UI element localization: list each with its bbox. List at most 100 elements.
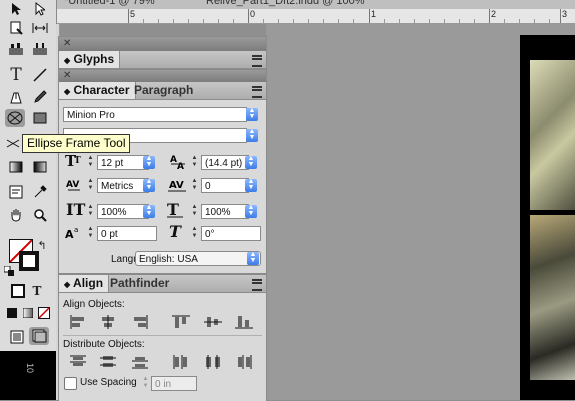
gradient-swatch-icon[interactable] (6, 158, 26, 176)
tracking-icon: AV (167, 177, 187, 193)
vertical-ruler-number: 10 (25, 363, 35, 374)
zoom-icon[interactable] (30, 206, 50, 224)
collapse-arrows-icon: ◆ (64, 87, 71, 96)
ellipse-frame-icon[interactable] (5, 109, 25, 127)
panel-title-bar[interactable]: ✕ (59, 37, 266, 51)
language-dropdown-icon[interactable]: ▲ ▼ (247, 251, 259, 265)
distribute-horizontal-centers-icon[interactable] (204, 355, 222, 369)
normal-view-icon[interactable] (7, 328, 27, 346)
skew-field[interactable]: 0° (201, 226, 261, 241)
vertical-scale-icon: IT (66, 200, 86, 219)
leading-field[interactable]: (14.4 pt) (201, 155, 249, 170)
baseline-shift-field[interactable]: 0 pt (97, 226, 157, 241)
distribute-top-edges-icon[interactable] (69, 355, 87, 369)
direct-selection-icon[interactable] (30, 0, 50, 18)
pencil-icon[interactable] (30, 88, 50, 106)
kerning-dropdown-icon[interactable]: ▲ ▼ (143, 178, 155, 192)
horizontal-scale-stepper[interactable]: ▲ ▼ (190, 204, 199, 219)
font-family-dropdown-icon[interactable]: ▲ ▼ (246, 107, 258, 121)
panel-menu-icon[interactable] (252, 279, 262, 291)
vertical-scale-dropdown-icon[interactable]: ▲ ▼ (143, 204, 155, 218)
align-right-edges-icon[interactable] (131, 315, 149, 329)
distribute-right-edges-icon[interactable] (235, 355, 253, 369)
distribute-vertical-centers-icon[interactable] (99, 355, 117, 369)
formatting-text-icon[interactable]: T (27, 282, 47, 300)
panel-menu-icon[interactable] (252, 86, 262, 98)
font-family-field[interactable]: Minion Pro (63, 107, 247, 122)
leading-icon: AA (169, 154, 187, 172)
selection-icon[interactable] (6, 0, 26, 18)
align-left-edges-icon[interactable] (69, 315, 87, 329)
use-spacing-checkbox[interactable] (64, 377, 77, 390)
font-size-field[interactable]: 12 pt (97, 155, 149, 170)
ruler-number: 1 (371, 9, 377, 19)
hand-icon[interactable] (6, 206, 26, 224)
line-icon[interactable] (30, 66, 50, 84)
horizontal-scale-field[interactable]: 100% (201, 204, 249, 219)
page-tool-icon[interactable] (6, 19, 26, 37)
tab-pathfinder[interactable]: Pathfinder (105, 275, 174, 292)
screen-mode-icon[interactable] (29, 327, 49, 345)
panel-title-bar[interactable]: ✕ (59, 70, 266, 82)
distribute-bottom-edges-icon[interactable] (131, 355, 149, 369)
font-size-dropdown-icon[interactable]: ▲ ▼ (143, 155, 155, 169)
vertical-scale-stepper[interactable]: ▲ ▼ (86, 204, 95, 219)
font-style-dropdown-icon[interactable]: ▲ ▼ (246, 128, 258, 142)
spacing-stepper[interactable]: ▲ ▼ (141, 376, 150, 391)
close-icon[interactable]: ✕ (63, 70, 71, 81)
gradient-feather-icon[interactable] (30, 158, 50, 176)
kerning-stepper[interactable]: ▲ ▼ (86, 178, 95, 193)
tab-paragraph[interactable]: Paragraph (129, 82, 198, 99)
note-icon[interactable] (6, 183, 26, 201)
tracking-dropdown-icon[interactable]: ▲ ▼ (245, 178, 257, 192)
pen-icon[interactable] (6, 88, 26, 106)
leading-dropdown-icon[interactable]: ▲ ▼ (245, 155, 257, 169)
skew-stepper[interactable]: ▲ ▼ (190, 226, 199, 241)
tab-character[interactable]: ◆ Character (59, 82, 136, 99)
align-objects-label: Align Objects: (63, 299, 125, 310)
document-tab-relive[interactable]: Relive_Part1_Dft2.indd @ 100% (206, 0, 365, 8)
horizontal-ruler[interactable]: 5 0 1 2 3 (56, 9, 575, 24)
document-tab-untitled[interactable]: *Untitled-1 @ 79% (64, 0, 155, 8)
align-top-edges-icon[interactable] (172, 315, 190, 329)
tab-glyphs[interactable]: ◆ Glyphs (59, 51, 121, 68)
rectangle-icon[interactable] (30, 109, 50, 127)
align-tab-bar: ◆ Align Pathfinder (59, 275, 266, 293)
align-bottom-edges-icon[interactable] (235, 315, 253, 329)
swap-icon[interactable]: ↰ (36, 236, 48, 254)
svg-text:A: A (65, 228, 74, 241)
baseline-shift-stepper[interactable]: ▲ ▼ (86, 226, 95, 241)
document-page[interactable] (520, 35, 575, 400)
distribute-left-edges-icon[interactable] (172, 355, 190, 369)
kerning-field[interactable]: Metrics (97, 178, 149, 193)
tracking-field[interactable]: 0 (201, 178, 249, 193)
align-horizontal-centers-icon[interactable] (99, 315, 117, 329)
tab-align[interactable]: ◆ Align (59, 275, 110, 292)
align-vertical-centers-icon[interactable] (204, 315, 222, 329)
horizontal-scale-dropdown-icon[interactable]: ▲ ▼ (245, 204, 257, 218)
ruler-number: 2 (491, 9, 497, 19)
svg-text:a: a (74, 226, 78, 234)
language-select[interactable]: English: USA (135, 251, 261, 266)
default-colors-icon[interactable] (4, 266, 14, 276)
type-icon[interactable]: T (6, 65, 26, 85)
panel-menu-icon[interactable] (252, 55, 262, 67)
formatting-container-icon[interactable] (8, 282, 28, 300)
leading-stepper[interactable]: ▲ ▼ (190, 155, 199, 170)
spacing-field[interactable]: 0 in (151, 376, 197, 391)
tracking-stepper[interactable]: ▲ ▼ (190, 178, 199, 193)
vertical-scale-field[interactable]: 100% (97, 204, 149, 219)
svg-text:AV: AV (169, 180, 184, 191)
collapse-arrows-icon: ◆ (64, 280, 71, 289)
close-icon[interactable]: ✕ (63, 38, 71, 49)
gap-tool-icon[interactable] (30, 19, 50, 37)
content-collector-icon[interactable] (6, 40, 26, 58)
character-tab-bar: ◆ Character Paragraph (59, 82, 266, 100)
scissors-icon[interactable] (6, 135, 20, 153)
apply-none-icon[interactable] (34, 304, 54, 322)
page-photo (530, 60, 575, 210)
eyedropper-icon[interactable] (30, 183, 50, 201)
font-size-stepper[interactable]: ▲ ▼ (86, 155, 95, 170)
content-placer-icon[interactable] (30, 40, 50, 58)
glyphs-panel: ✕ ◆ Glyphs (58, 36, 267, 71)
